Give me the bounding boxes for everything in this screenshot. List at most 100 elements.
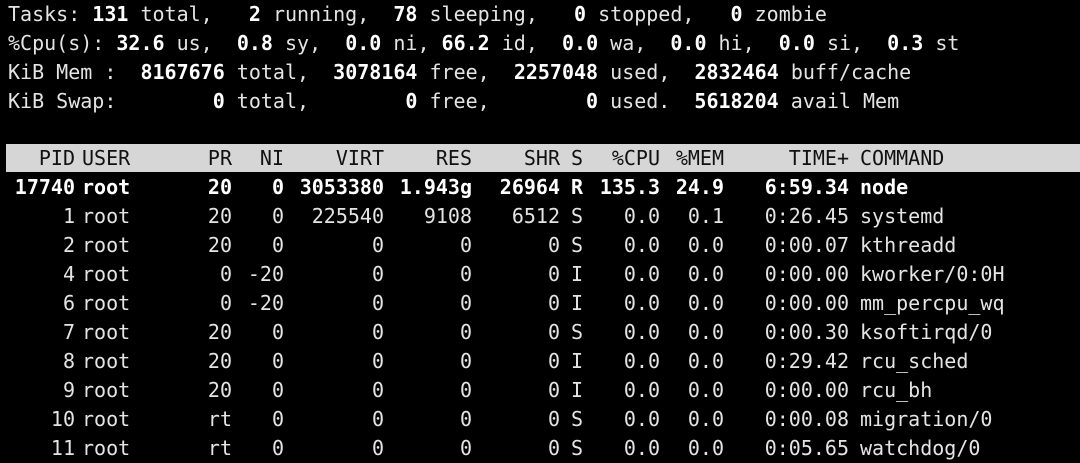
tasks-total-value: 131 — [92, 2, 129, 26]
column-header-pr[interactable]: PR — [190, 144, 232, 172]
cpu-summary-line: %Cpu(s): 32.6 us, 0.8 sy, 0.0 ni, 66.2 i… — [8, 29, 959, 58]
swap-avail-label: avail Mem — [790, 89, 900, 113]
cpu-wa-value: 0.0 — [561, 31, 599, 55]
cell-pr: 20 — [207, 233, 232, 257]
cell-ni: 0 — [271, 175, 284, 199]
swap-free-value: 0 — [405, 89, 418, 113]
mem-total-label: total, — [236, 60, 310, 84]
cell-cpu: 0.0 — [623, 233, 660, 257]
cell-mem: 0.0 — [687, 378, 724, 402]
cpu-ni-label: ni, — [393, 31, 430, 55]
cell-ni: 0 — [271, 407, 284, 431]
cell-s: S — [571, 436, 584, 460]
cell-virt: 0 — [371, 320, 384, 344]
column-header-pid[interactable]: PID — [0, 144, 75, 172]
cell-pid: 4 — [62, 262, 75, 286]
cell-mem: 0.0 — [687, 436, 724, 460]
cell-s: S — [571, 233, 584, 257]
cell-pr: 20 — [207, 349, 232, 373]
cell-time: 0:00.00 — [764, 291, 849, 315]
cell-command: rcu_bh — [860, 378, 933, 402]
cell-time: 0:00.07 — [764, 233, 849, 257]
swap-total-value: 0 — [212, 89, 225, 113]
cell-user: root — [82, 320, 131, 344]
cell-shr: 0 — [547, 407, 560, 431]
cell-time: 0:05.65 — [764, 436, 849, 460]
column-header-user[interactable]: USER — [82, 144, 187, 172]
cell-pr: 0 — [219, 291, 232, 315]
column-header-mem[interactable]: %MEM — [664, 144, 724, 172]
column-header-shr[interactable]: SHR — [480, 144, 560, 172]
cell-res: 0 — [459, 378, 472, 402]
column-header-virt[interactable]: VIRT — [290, 144, 384, 172]
cell-shr: 0 — [547, 233, 560, 257]
cell-shr: 6512 — [511, 204, 560, 228]
cell-mem: 0.0 — [687, 291, 724, 315]
mem-free-value: 3078164 — [333, 60, 418, 84]
cell-virt: 3053380 — [299, 175, 384, 199]
cell-cpu: 0.0 — [623, 262, 660, 286]
cell-s: S — [571, 320, 584, 344]
cell-shr: 0 — [547, 291, 560, 315]
column-header-time[interactable]: TIME+ — [735, 144, 849, 172]
cpu-hi-value: 0.0 — [670, 31, 707, 55]
mem-used-value: 2257048 — [513, 60, 599, 84]
cell-s: S — [571, 407, 584, 431]
swap-label: KiB Swap: — [8, 89, 117, 113]
mem-free-label: free, — [429, 60, 490, 84]
cell-res: 0 — [459, 291, 472, 315]
mem-label: KiB Mem : — [8, 60, 117, 84]
cell-pid: 17740 — [14, 175, 75, 199]
cell-virt: 0 — [371, 407, 384, 431]
cpu-id-value: 66.2 — [441, 31, 490, 55]
cell-res: 0 — [459, 320, 472, 344]
cell-command: systemd — [860, 204, 945, 228]
cell-ni: 0 — [271, 349, 284, 373]
cell-mem: 0.0 — [687, 262, 724, 286]
cpu-sy-value: 0.8 — [236, 31, 273, 55]
cell-time: 0:29.42 — [764, 349, 849, 373]
cell-ni: 0 — [271, 378, 284, 402]
cell-shr: 0 — [547, 262, 560, 286]
cell-cpu: 135.3 — [599, 175, 660, 199]
cell-res: 9108 — [423, 204, 472, 228]
cell-command: rcu_sched — [860, 349, 969, 373]
cell-shr: 26964 — [499, 175, 560, 199]
cell-virt: 0 — [371, 349, 384, 373]
cell-mem: 0.0 — [687, 233, 724, 257]
cpu-hi-label: hi, — [718, 31, 755, 55]
cell-cpu: 0.0 — [623, 407, 660, 431]
cell-res: 0 — [459, 349, 472, 373]
cell-ni: 0 — [271, 233, 284, 257]
cell-pid: 6 — [62, 291, 75, 315]
cell-virt: 0 — [371, 262, 384, 286]
cpu-wa-label: wa, — [610, 31, 647, 55]
cell-virt: 0 — [371, 378, 384, 402]
column-header-command[interactable]: COMMAND — [860, 144, 1080, 172]
cell-pid: 11 — [50, 436, 75, 460]
tasks-summary-line: Tasks: 131 total, 2 running, 78 sleeping… — [8, 0, 827, 29]
column-header-ni[interactable]: NI — [238, 144, 284, 172]
cell-pr: 0 — [219, 262, 232, 286]
mem-buff-value: 2832464 — [694, 60, 779, 84]
cell-pid: 10 — [50, 407, 75, 431]
column-header-cpu[interactable]: %CPU — [592, 144, 660, 172]
cell-cpu: 0.0 — [623, 204, 660, 228]
column-header-s[interactable]: S — [571, 144, 591, 172]
tasks-label: Tasks: — [8, 2, 81, 26]
cell-user: root — [82, 233, 131, 257]
cell-mem: 0.0 — [687, 320, 724, 344]
cell-s: I — [571, 378, 584, 402]
cell-time: 0:00.08 — [764, 407, 849, 431]
cell-mem: 0.0 — [687, 407, 724, 431]
cell-res: 1.943g — [399, 175, 472, 199]
column-header-res[interactable]: RES — [390, 144, 472, 172]
swap-summary-line: KiB Swap: 0 total, 0 free, 0 used. 56182… — [8, 87, 899, 116]
cell-user: root — [82, 407, 131, 431]
swap-used-label: used. — [610, 89, 671, 113]
cpu-si-label: si, — [826, 31, 864, 55]
tasks-total-label: total, — [140, 2, 213, 26]
cell-mem: 24.9 — [675, 175, 724, 199]
cell-command: node — [860, 175, 909, 199]
cpu-us-label: us, — [176, 31, 213, 55]
